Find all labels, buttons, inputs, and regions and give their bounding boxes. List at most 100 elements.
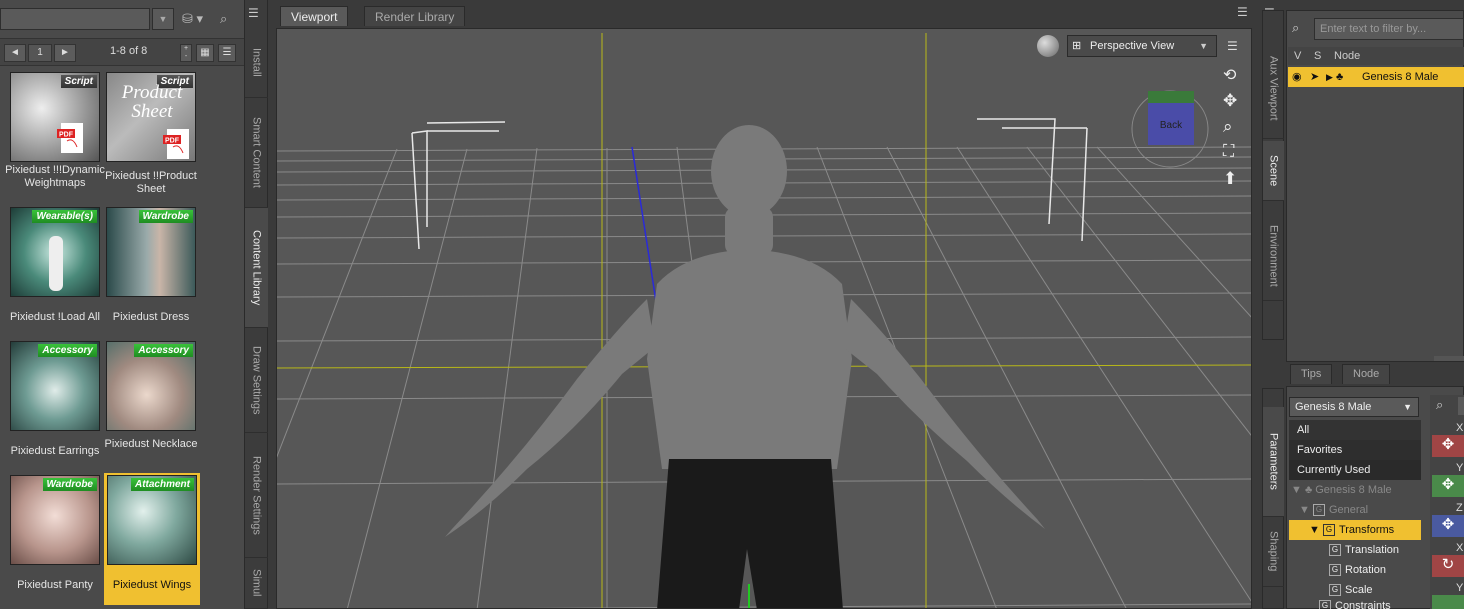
tile-necklace[interactable]: Accessory bbox=[106, 341, 196, 431]
next-page-button[interactable]: ► bbox=[54, 44, 76, 62]
scene-scrollbar[interactable] bbox=[1434, 356, 1464, 361]
group-icon: G bbox=[1329, 564, 1341, 577]
tile-badge: Script bbox=[60, 75, 97, 88]
view-select[interactable]: ⊞ Perspective View ▼ bbox=[1067, 35, 1217, 57]
scene-node-row[interactable]: ◉ ➤ ▶ ♣ Genesis 8 Male bbox=[1288, 67, 1464, 87]
x-rotate-slider[interactable]: ↻ bbox=[1432, 555, 1464, 577]
tab-tips[interactable]: Tips bbox=[1290, 364, 1333, 384]
tab-shaping[interactable]: Shaping bbox=[1263, 517, 1284, 587]
y-translate-slider[interactable]: ✥ bbox=[1432, 475, 1464, 497]
collapse-icon[interactable]: ▼ bbox=[1309, 524, 1320, 536]
group-favorites[interactable]: Favorites bbox=[1289, 440, 1421, 460]
tab-parameters[interactable]: Parameters bbox=[1263, 407, 1284, 517]
viewport-options-icon[interactable]: ☰ bbox=[1227, 39, 1238, 53]
expand-icon[interactable]: ▶ bbox=[1326, 67, 1333, 87]
tab-render-settings[interactable]: Render Settings bbox=[245, 433, 268, 558]
tab-node[interactable]: Node bbox=[1342, 364, 1391, 384]
zoom-icon[interactable]: ⌕ bbox=[1223, 117, 1233, 137]
search-icon[interactable]: ⌕ bbox=[220, 8, 240, 30]
tab-smart-content[interactable]: Smart Content bbox=[245, 98, 268, 208]
tree-item-figure[interactable]: ▼ ♣ Genesis 8 Male bbox=[1289, 480, 1421, 500]
tree-item-scale[interactable]: G Scale bbox=[1289, 580, 1421, 600]
cube-face-label[interactable]: Back bbox=[1160, 120, 1183, 131]
tile-dress[interactable]: Wardrobe bbox=[106, 207, 196, 297]
tree-label: General bbox=[1328, 504, 1369, 516]
tips-tabbar: Tips Node bbox=[1286, 362, 1464, 384]
tree-label: Constraints bbox=[1335, 600, 1391, 609]
tab-environment[interactable]: Environment bbox=[1263, 211, 1284, 301]
group-all[interactable]: All bbox=[1289, 420, 1421, 440]
tab-render-library[interactable]: Render Library bbox=[364, 6, 466, 26]
tab-aux-viewport[interactable]: Aux Viewport bbox=[1263, 39, 1284, 139]
svg-text:PDF: PDF bbox=[165, 138, 180, 145]
tile-wings[interactable]: Attachment bbox=[107, 475, 197, 565]
tile-product-sheet[interactable]: Script Product Sheet PDF bbox=[106, 72, 196, 162]
column-node[interactable]: Node bbox=[1334, 47, 1360, 65]
slider-options-button[interactable] bbox=[1458, 397, 1464, 415]
tile-label: Pixiedust Dress bbox=[112, 311, 190, 323]
pdf-icon: PDF bbox=[57, 123, 83, 153]
collapse-icon[interactable]: ▼ bbox=[1291, 484, 1302, 496]
right-vertical-tabs-top: Aux Viewport Scene Environment bbox=[1262, 10, 1284, 340]
tab-content-library[interactable]: Content Library bbox=[245, 208, 268, 328]
content-library-pane: ▼ ⛁ ▾ ⌕ ◄ 1 ► 1-8 of 8 + - ▦ ☰ Script PDF… bbox=[0, 0, 244, 609]
z-translate-slider[interactable]: ✥ bbox=[1432, 515, 1464, 537]
reset-view-icon[interactable]: ⬆ bbox=[1223, 169, 1237, 189]
tree-item-rotation[interactable]: G Rotation bbox=[1289, 560, 1421, 580]
tile-label: Pixiedust !Load All bbox=[10, 311, 100, 323]
tile-label: Pixiedust Necklace bbox=[104, 438, 198, 450]
orbit-icon[interactable]: ⟲ bbox=[1223, 65, 1236, 85]
node-label: Genesis 8 Male bbox=[1362, 71, 1439, 83]
axis-label: Z bbox=[1456, 502, 1463, 514]
tree-item-translation[interactable]: G Translation bbox=[1289, 540, 1421, 560]
tile-dynamic-weightmaps[interactable]: Script PDF bbox=[10, 72, 100, 162]
y-rotate-slider[interactable] bbox=[1432, 595, 1464, 609]
frame-icon[interactable]: ⛶ bbox=[1223, 143, 1234, 161]
axis-label: X bbox=[1456, 542, 1464, 554]
column-selectable[interactable]: S bbox=[1314, 47, 1321, 65]
tree-label: Scale bbox=[1345, 584, 1373, 596]
axis-label: Y bbox=[1456, 582, 1464, 594]
figure-select[interactable]: Genesis 8 Male ▼ bbox=[1289, 397, 1419, 417]
prev-page-button[interactable]: ◄ bbox=[4, 44, 26, 62]
tile-panty[interactable]: Wardrobe bbox=[10, 475, 100, 565]
collapse-icon[interactable]: ▼ bbox=[1299, 504, 1310, 516]
list-view-icon[interactable]: ☰ bbox=[218, 44, 236, 62]
pdf-icon: PDF bbox=[163, 129, 189, 159]
left-vertical-tabs: ☰ Install Smart Content Content Library … bbox=[244, 0, 268, 609]
scene-filter-input[interactable]: Enter text to filter by... bbox=[1314, 18, 1464, 40]
tab-install[interactable]: Install bbox=[245, 28, 268, 98]
x-translate-slider[interactable]: ✥ bbox=[1432, 435, 1464, 457]
search-icon[interactable]: ⌕ bbox=[1436, 397, 1443, 413]
viewport-3d[interactable]: Back ⊞ Perspective View ▼ ☰ ⟲ ✥ ⌕ ⛶ ⬆ bbox=[276, 28, 1252, 609]
tile-load-all[interactable]: Wearable(s) bbox=[10, 207, 100, 297]
parameter-sliders: ⌕ X ✥ Y ✥ Z ✥ X ↻ Y bbox=[1430, 395, 1464, 609]
viewport-menu-icon[interactable]: ☰ bbox=[1237, 5, 1248, 19]
column-visible[interactable]: V bbox=[1294, 47, 1301, 65]
eye-icon[interactable]: ◉ bbox=[1292, 67, 1302, 87]
tile-earrings[interactable]: Accessory bbox=[10, 341, 100, 431]
draw-style-icon[interactable] bbox=[1037, 35, 1059, 57]
page-number-field[interactable]: 1 bbox=[28, 44, 52, 62]
content-search-input[interactable] bbox=[0, 8, 150, 30]
pan-icon[interactable]: ✥ bbox=[1223, 91, 1237, 111]
group-currently-used[interactable]: Currently Used bbox=[1289, 460, 1421, 480]
tree-item-general[interactable]: ▼ G General bbox=[1289, 500, 1421, 520]
chevron-down-icon[interactable]: ▼ bbox=[152, 8, 174, 30]
database-icon[interactable]: ⛁ ▾ bbox=[178, 8, 218, 30]
tab-draw-settings[interactable]: Draw Settings bbox=[245, 328, 268, 433]
panel-menu-icon[interactable]: ☰ bbox=[248, 6, 259, 20]
tile-badge: Attachment bbox=[130, 478, 194, 491]
grid-view-icon[interactable]: ▦ bbox=[196, 44, 214, 62]
viewport-tabbar: Viewport Render Library bbox=[268, 0, 1254, 28]
tree-item-constraints[interactable]: G Constraints bbox=[1289, 599, 1421, 609]
view-select-value: Perspective View bbox=[1090, 40, 1175, 52]
perspective-icon: ⊞ bbox=[1072, 40, 1082, 52]
tree-item-transforms[interactable]: ▼ G Transforms bbox=[1289, 520, 1421, 540]
size-stepper[interactable]: + - bbox=[180, 44, 192, 62]
cursor-icon[interactable]: ➤ bbox=[1310, 67, 1319, 87]
tab-simulation[interactable]: Simul bbox=[245, 558, 268, 609]
tab-viewport[interactable]: Viewport bbox=[280, 6, 349, 26]
tab-scene[interactable]: Scene bbox=[1263, 141, 1284, 201]
axis-label: Y bbox=[1456, 462, 1464, 474]
